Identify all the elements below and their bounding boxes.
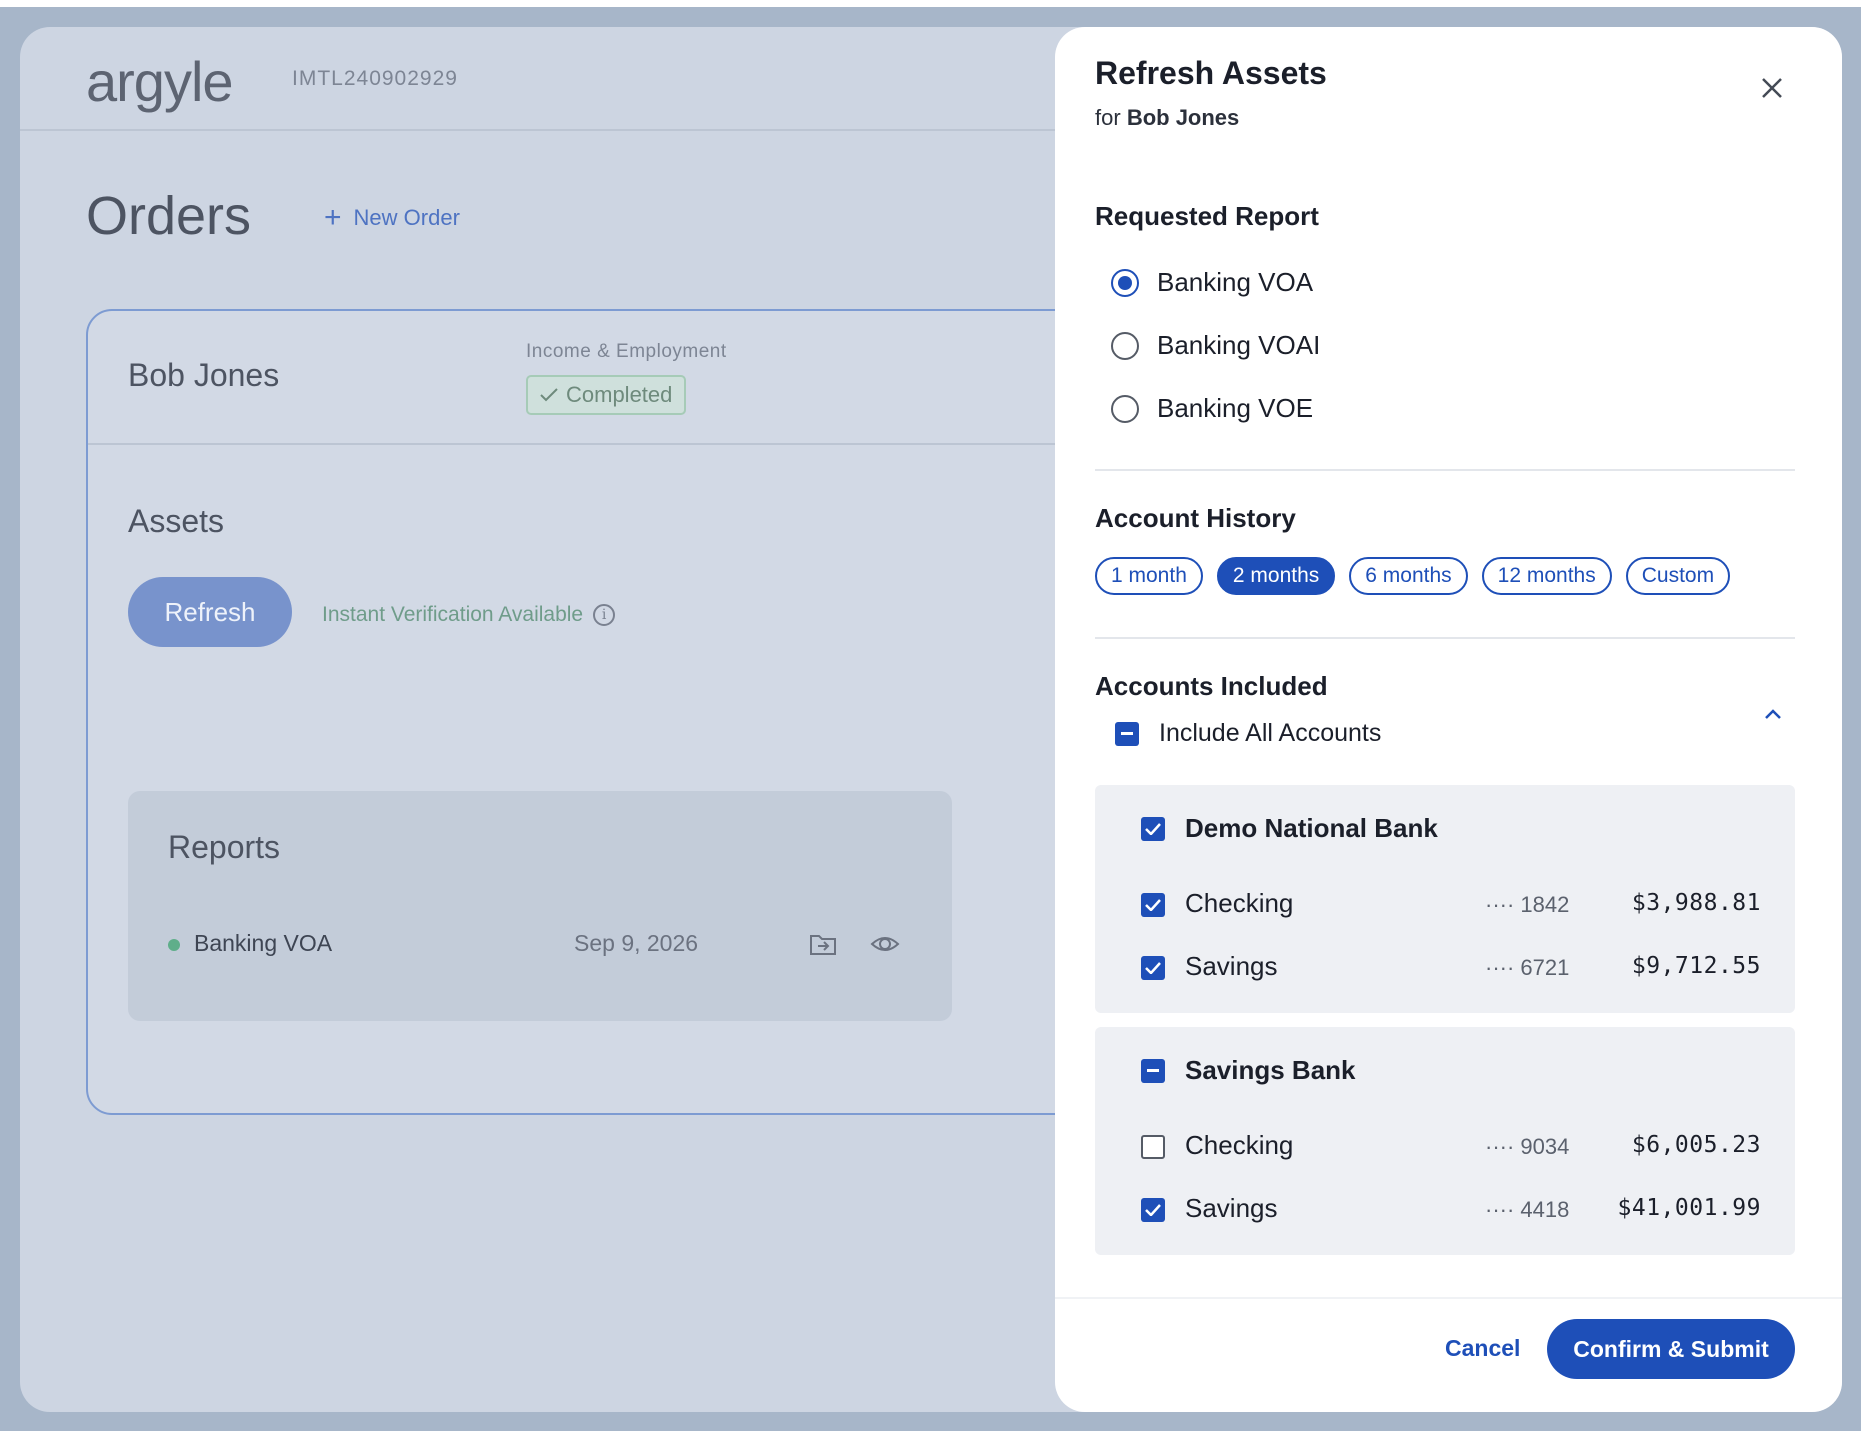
category-label: Income & Employment (526, 341, 727, 362)
check-icon (1145, 822, 1161, 835)
new-order-button[interactable]: + New Order (324, 201, 460, 234)
include-all-checkbox[interactable] (1115, 721, 1139, 746)
instant-verification: Instant Verification Available i (322, 603, 616, 627)
assets-title: Assets (128, 503, 225, 539)
bank-name: Savings Bank (1185, 1055, 1356, 1085)
radio-button[interactable] (1111, 331, 1139, 360)
radio-label: Banking VOAI (1157, 330, 1321, 360)
accounts-included-title: Accounts Included (1095, 671, 1328, 701)
panel-subtitle: for Bob Jones (1095, 105, 1239, 131)
include-all-accounts[interactable]: Include All Accounts (1115, 719, 1381, 748)
chip-2-months[interactable]: 2 months (1216, 557, 1336, 595)
account-checkbox[interactable] (1141, 1135, 1165, 1159)
status-label: Completed (566, 382, 673, 407)
chevron-up-icon[interactable] (1761, 703, 1785, 727)
refresh-button[interactable]: Refresh (128, 577, 292, 647)
radio-label: Banking VOA (1157, 267, 1314, 297)
chip-1-month[interactable]: 1 month (1095, 557, 1203, 595)
account-balance: $9,712.55 (1631, 953, 1761, 979)
requested-report-title: Requested Report (1095, 201, 1319, 231)
include-all-label: Include All Accounts (1159, 719, 1382, 747)
status-dot (168, 939, 180, 951)
radio-label: Banking VOE (1157, 393, 1314, 423)
check-icon (1145, 1204, 1161, 1216)
account-checkbox[interactable] (1141, 956, 1165, 980)
export-icon[interactable] (808, 929, 838, 959)
radio-banking-voe[interactable]: Banking VOE (1111, 393, 1313, 424)
reports-section: Reports Banking VOA Sep 9, 2026 (128, 791, 952, 1021)
close-button[interactable] (1755, 71, 1789, 105)
subtitle-name: Bob Jones (1126, 105, 1240, 130)
plus-icon: + (324, 201, 342, 234)
panel-title: Refresh Assets (1095, 55, 1327, 91)
confirm-submit-button[interactable]: Confirm & Submit (1547, 1319, 1795, 1379)
account-row[interactable]: Savings ···· 6721 $9,712.55 (1141, 951, 1761, 985)
account-balance: $41,001.99 (1617, 1195, 1761, 1221)
account-name: Checking (1185, 1130, 1294, 1160)
account-history-options: 1 month 2 months 6 months 12 months Cust… (1095, 557, 1731, 595)
radio-button[interactable] (1111, 394, 1139, 423)
account-history-title: Account History (1095, 503, 1296, 533)
account-mask: ···· 6721 (1485, 955, 1570, 980)
account-name: Savings (1185, 951, 1278, 981)
info-icon[interactable]: i (593, 604, 616, 626)
divider (1095, 637, 1795, 639)
chip-custom[interactable]: Custom (1625, 557, 1731, 595)
check-icon (540, 388, 558, 402)
bank-header[interactable]: Demo National Bank (1141, 813, 1438, 844)
radio-banking-voai[interactable]: Banking VOAI (1111, 330, 1320, 361)
account-row[interactable]: Savings ···· 4418 $41,001.99 (1141, 1193, 1761, 1227)
account-name: Checking (1185, 888, 1294, 918)
check-icon (1145, 899, 1161, 911)
bank-header[interactable]: Savings Bank (1141, 1055, 1356, 1086)
radio-banking-voa[interactable]: Banking VOA (1111, 267, 1313, 298)
close-icon (1762, 78, 1782, 98)
bank-group-savings-bank: Savings Bank Checking ···· 9034 $6,005.2… (1095, 1027, 1795, 1255)
panel-footer: Cancel Confirm & Submit (1055, 1297, 1842, 1412)
account-row[interactable]: Checking ···· 9034 $6,005.23 (1141, 1130, 1761, 1164)
order-id: IMTL240902929 (292, 67, 458, 90)
report-date: Sep 9, 2026 (574, 930, 699, 956)
account-checkbox[interactable] (1141, 893, 1165, 917)
bank-checkbox[interactable] (1141, 1058, 1165, 1083)
argyle-logo: argyle (86, 50, 234, 113)
report-row: Banking VOA Sep 9, 2026 (168, 925, 912, 965)
check-icon (1145, 962, 1161, 974)
chip-12-months[interactable]: 12 months (1481, 557, 1612, 595)
page-title: Orders (86, 186, 252, 246)
subtitle-prefix: for (1095, 105, 1121, 130)
bank-name: Demo National Bank (1185, 813, 1438, 843)
account-balance: $3,988.81 (1631, 890, 1761, 916)
divider (1095, 469, 1795, 471)
chip-6-months[interactable]: 6 months (1349, 557, 1468, 595)
account-row[interactable]: Checking ···· 1842 $3,988.81 (1141, 888, 1761, 922)
refresh-assets-panel: Refresh Assets for Bob Jones Requested R… (1055, 27, 1842, 1412)
cancel-button[interactable]: Cancel (1445, 1335, 1520, 1362)
account-mask: ···· 4418 (1485, 1197, 1570, 1222)
new-order-label: New Order (353, 205, 460, 230)
bank-checkbox[interactable] (1141, 816, 1165, 841)
account-mask: ···· 1842 (1485, 892, 1570, 917)
account-checkbox[interactable] (1141, 1198, 1165, 1222)
person-name: Bob Jones (128, 357, 280, 393)
report-name: Banking VOA (194, 930, 333, 956)
eye-icon[interactable] (870, 929, 900, 959)
account-mask: ···· 9034 (1485, 1134, 1570, 1159)
account-balance: $6,005.23 (1631, 1132, 1761, 1158)
radio-button[interactable] (1111, 268, 1139, 297)
reports-title: Reports (168, 829, 281, 865)
bank-group-demo-national: Demo National Bank Checking ···· 1842 $3… (1095, 785, 1795, 1013)
account-name: Savings (1185, 1193, 1278, 1223)
instant-verification-label: Instant Verification Available (322, 603, 584, 626)
status-badge: Completed (526, 375, 687, 415)
